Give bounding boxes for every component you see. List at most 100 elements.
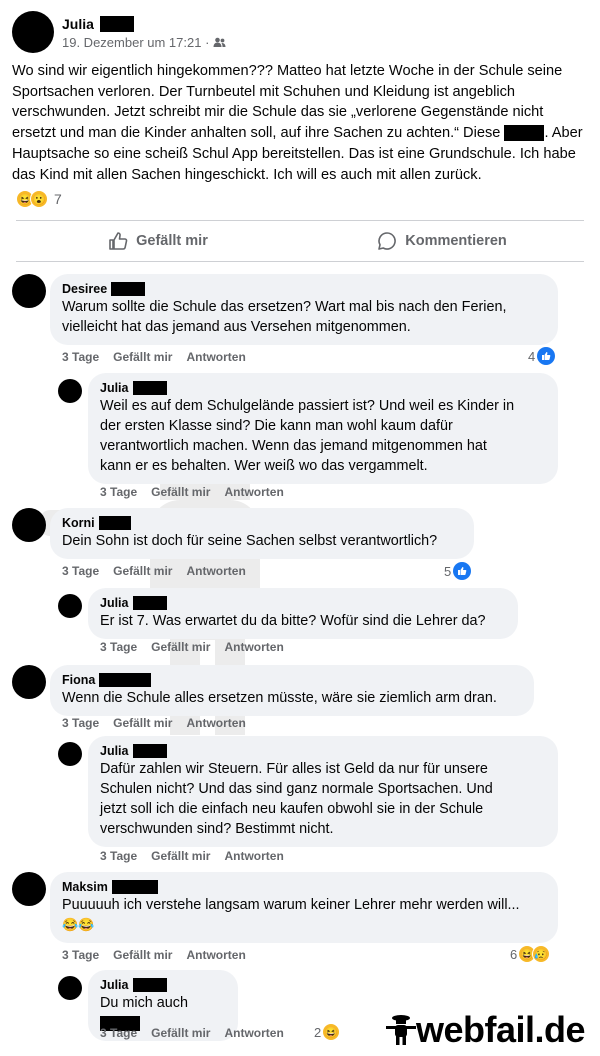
comment-line: vielleicht hat das jemand aus Versehen m…: [62, 319, 411, 335]
comment-reaction-count: 6: [510, 946, 518, 962]
divider-bottom: [16, 261, 584, 262]
commenter-name[interactable]: Maksim: [62, 879, 108, 895]
comment-line: verschwunden sind? Bestimmt nicht.: [100, 821, 334, 837]
comment-like-button[interactable]: Gefällt mir: [113, 948, 172, 962]
post-actions: Gefällt mir Kommentieren: [16, 222, 584, 260]
redacted-surname: [98, 516, 131, 530]
redacted-surname: [132, 381, 167, 395]
comment-reply-button[interactable]: Antworten: [186, 564, 245, 578]
comment-like-button[interactable]: Gefällt mir: [151, 1026, 210, 1040]
post-reactions[interactable]: 😆 😮 7: [16, 190, 62, 208]
laugh-reaction-icon: 😆: [322, 1023, 341, 1041]
comment-line: Puuuuuh ich verstehe langsam warum keine…: [62, 897, 520, 913]
comment-like-button[interactable]: Gefällt mir: [113, 564, 172, 578]
reaction-count: 7: [54, 191, 62, 207]
comment-like-button[interactable]: Gefällt mir: [113, 716, 172, 730]
reply-actions: 3 Tage Gefällt mir Antworten: [100, 485, 284, 499]
comment-line: Schulen nicht? Und das sind ganz normale…: [100, 781, 493, 797]
comment-line-text: Du mich auch: [100, 995, 188, 1011]
comment-time[interactable]: 3 Tage: [100, 485, 137, 499]
comment-reaction-count: 4: [528, 348, 536, 364]
comment-button[interactable]: Kommentieren: [300, 222, 584, 260]
author-avatar[interactable]: [12, 11, 54, 53]
redacted-surname: [132, 596, 167, 610]
comment: Maksim Puuuuuh ich verstehe langsam waru…: [12, 872, 558, 943]
commenter-avatar[interactable]: [12, 872, 46, 906]
like-badge-icon: [453, 562, 472, 580]
comment-reply-button[interactable]: Antworten: [224, 640, 283, 654]
reply: Julia Er ist 7. Was erwartet du da bitte…: [58, 588, 518, 639]
reply: Julia Dafür zahlen wir Steuern. Für alle…: [58, 736, 558, 847]
comment-actions: 3 Tage Gefällt mir Antworten: [62, 948, 246, 962]
commenter-name[interactable]: Desiree: [62, 281, 107, 297]
comment-line: jetzt soll ich die einfach neu kaufen ob…: [100, 801, 484, 817]
comment-time[interactable]: 3 Tage: [100, 640, 137, 654]
comment-icon: [378, 232, 397, 250]
comment-bubble: Maksim Puuuuuh ich verstehe langsam waru…: [50, 872, 558, 943]
comment-time[interactable]: 3 Tage: [62, 948, 99, 962]
comment-reply-button[interactable]: Antworten: [224, 849, 283, 863]
replier-avatar[interactable]: [58, 594, 82, 618]
replier-avatar[interactable]: [58, 742, 82, 766]
comment: Desiree Warum sollte die Schule das erse…: [12, 274, 558, 345]
comment-time[interactable]: 3 Tage: [62, 716, 99, 730]
comment-reply-button[interactable]: Antworten: [224, 1026, 283, 1040]
redacted-surname: [132, 978, 167, 992]
post-text-main: Wo sind wir eigentlich hingekommen??? Ma…: [12, 63, 563, 142]
comment-reactions[interactable]: 5: [444, 562, 472, 580]
reply-bubble: Julia Weil es auf dem Schulgelände passi…: [88, 373, 558, 484]
wow-reaction-icon: 😮: [30, 190, 48, 208]
replier-avatar[interactable]: [58, 379, 82, 403]
comment-reply-button[interactable]: Antworten: [186, 948, 245, 962]
replier-name[interactable]: Julia: [100, 595, 129, 611]
comment-line: verantwortlich machen. Wenn das jemand m…: [100, 438, 487, 454]
commenter-avatar[interactable]: [12, 665, 46, 699]
commenter-name[interactable]: Korni: [62, 515, 95, 531]
replier-name[interactable]: Julia: [100, 743, 129, 759]
comment: Fiona Wenn die Schule alles ersetzen müs…: [12, 665, 534, 716]
commenter-name[interactable]: Fiona: [62, 672, 95, 688]
comment-time[interactable]: 3 Tage: [100, 849, 137, 863]
commenter-avatar[interactable]: [12, 274, 46, 308]
comment-line: Er ist 7. Was erwartet du da bitte? Wofü…: [100, 613, 486, 629]
comment-emojis: 😂😂: [62, 917, 95, 932]
reply-actions: 3 Tage Gefällt mir Antworten: [100, 1026, 284, 1040]
reply-actions: 3 Tage Gefällt mir Antworten: [100, 849, 284, 863]
commenter-avatar[interactable]: [12, 508, 46, 542]
reply: Julia Weil es auf dem Schulgelände passi…: [58, 373, 558, 484]
comment-reply-button[interactable]: Antworten: [186, 350, 245, 364]
reply-bubble: Julia Er ist 7. Was erwartet du da bitte…: [88, 588, 518, 639]
replier-name[interactable]: Julia: [100, 380, 129, 396]
comment-reply-button[interactable]: Antworten: [186, 716, 245, 730]
redacted-surname: [99, 673, 152, 687]
replier-avatar[interactable]: [58, 976, 82, 1000]
comment-reactions[interactable]: 4: [528, 347, 556, 365]
comment-actions: 3 Tage Gefällt mir Antworten: [62, 716, 246, 730]
comment-bubble: Fiona Wenn die Schule alles ersetzen müs…: [50, 665, 534, 716]
comment-line: kann er es behalten. Wer weiß wo das ver…: [100, 458, 428, 474]
comment-like-button[interactable]: Gefällt mir: [113, 350, 172, 364]
comment-reactions[interactable]: 2 😆: [314, 1023, 341, 1041]
comment-time[interactable]: 3 Tage: [100, 1026, 137, 1040]
comment-time[interactable]: 3 Tage: [62, 564, 99, 578]
friends-audience-icon: [213, 37, 226, 47]
like-button[interactable]: Gefällt mir: [16, 222, 300, 260]
comment-reply-button[interactable]: Antworten: [224, 485, 283, 499]
comment-actions: 3 Tage Gefällt mir Antworten: [62, 350, 246, 364]
reply-actions: 3 Tage Gefällt mir Antworten: [100, 640, 284, 654]
comment-reaction-count: 5: [444, 563, 452, 579]
webfail-logo: webfail.de: [386, 1010, 586, 1050]
comment-reactions[interactable]: 6 😆 😥: [510, 945, 551, 963]
webfail-mascot-icon: [386, 1015, 416, 1045]
comment-line: Weil es auf dem Schulgelände passiert is…: [100, 398, 515, 414]
post-date[interactable]: 19. Dezember um 17:21 ·: [62, 35, 209, 50]
comment-line: Dein Sohn ist doch für seine Sachen selb…: [62, 533, 438, 549]
comment-like-button[interactable]: Gefällt mir: [151, 485, 210, 499]
post-author-name[interactable]: Julia: [62, 15, 94, 33]
comment-like-button[interactable]: Gefällt mir: [151, 849, 210, 863]
comment-like-button[interactable]: Gefällt mir: [151, 640, 210, 654]
replier-name[interactable]: Julia: [100, 977, 129, 993]
redacted-surname: [111, 282, 146, 296]
comment-time[interactable]: 3 Tage: [62, 350, 99, 364]
redacted-word: [504, 125, 545, 142]
